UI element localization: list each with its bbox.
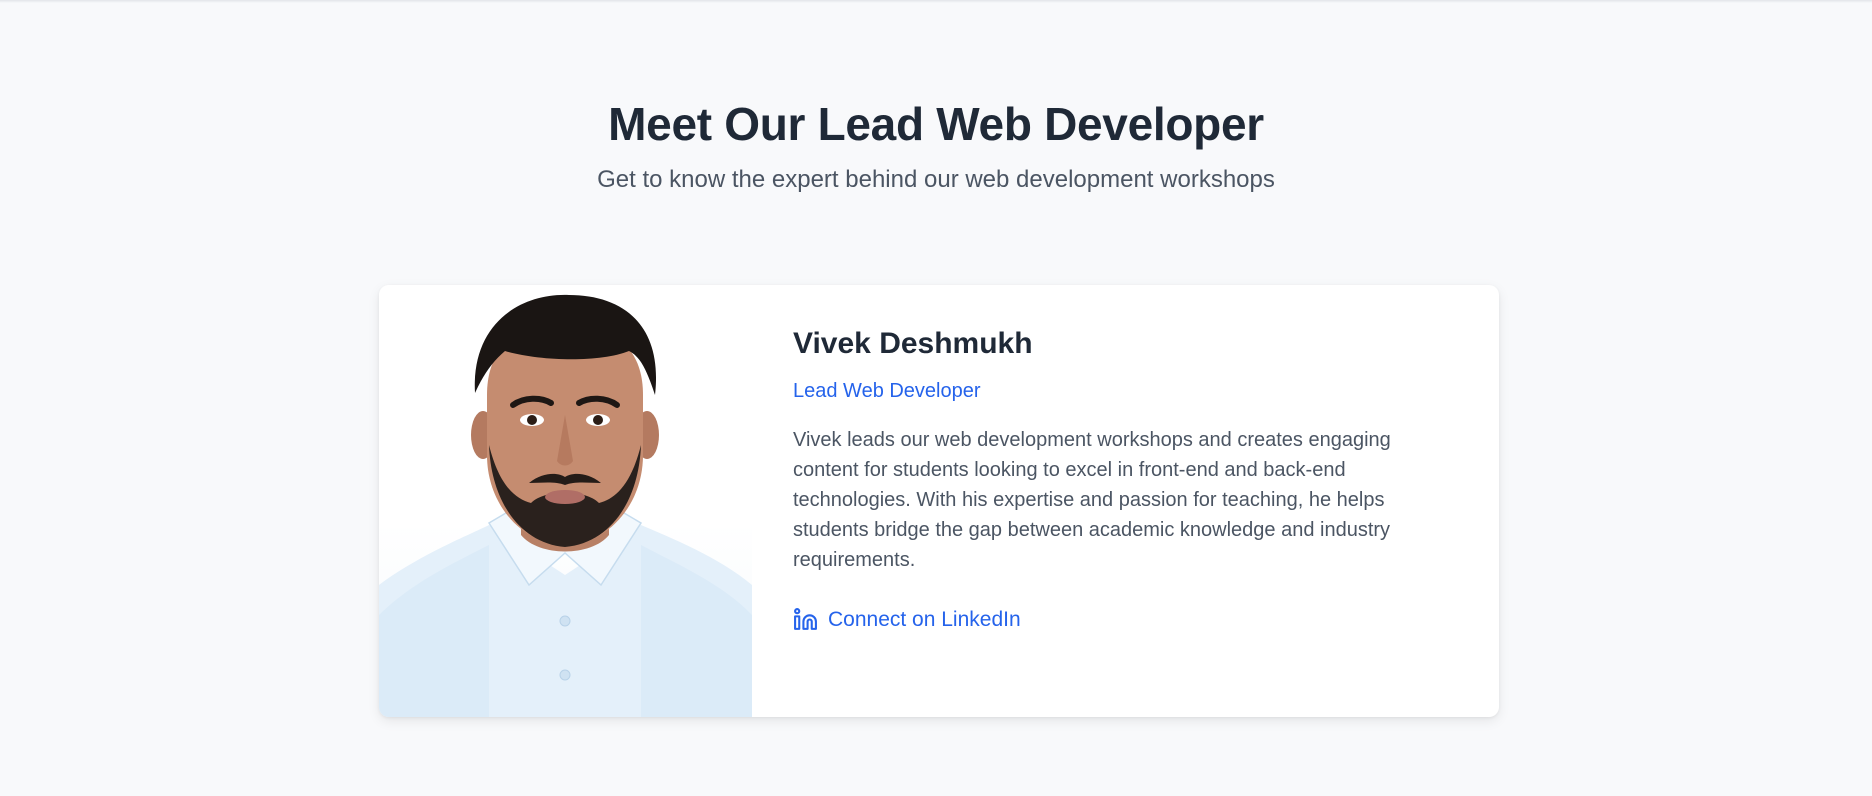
member-name: Vivek Deshmukh (793, 327, 1033, 360)
section-subtitle: Get to know the expert behind our web de… (597, 166, 1275, 193)
member-bio: Vivek leads our web development workshop… (793, 429, 1391, 571)
member-role: Lead Web Developer (793, 380, 981, 402)
section-title: Meet Our Lead Web Developer (608, 98, 1264, 150)
linkedin-link-label: Connect on LinkedIn (828, 607, 1021, 631)
profile-photo (379, 285, 752, 717)
profile-card: Vivek Deshmukh Lead Web Developer Vivek … (379, 285, 1499, 717)
linkedin-link[interactable]: Connect on LinkedIn (793, 607, 1021, 632)
portrait-photo (379, 294, 752, 717)
profile-info: Vivek Deshmukh Lead Web Developer Vivek … (752, 285, 1499, 717)
section-header: Meet Our Lead Web Developer Get to know … (0, 96, 1872, 196)
linkedin-icon (793, 607, 818, 632)
top-shadow (0, 0, 1872, 3)
